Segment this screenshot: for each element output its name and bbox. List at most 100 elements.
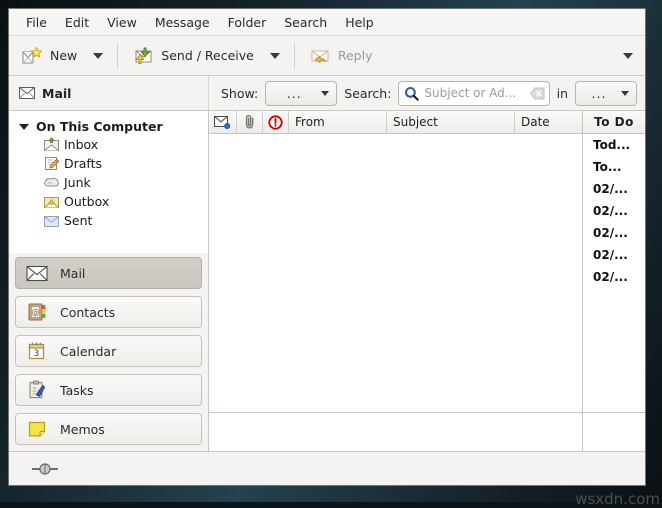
menu-item-message[interactable]: Message xyxy=(146,13,219,32)
switcher-memos-button[interactable]: Memos xyxy=(15,413,202,445)
column-header-important[interactable] xyxy=(263,111,289,133)
reply-group: Reply xyxy=(301,36,381,75)
chevron-down-icon xyxy=(621,91,629,96)
menu-item-file[interactable]: File xyxy=(17,13,56,32)
search-scope-value: ... xyxy=(583,86,615,101)
column-header-read-status[interactable] xyxy=(209,111,237,133)
unread-envelope-icon xyxy=(214,116,231,129)
todo-panel-header[interactable]: To Do xyxy=(583,111,645,134)
search-label: Search: xyxy=(344,86,391,101)
calendar-icon: 3 xyxy=(26,341,48,361)
show-label: Show: xyxy=(221,86,258,101)
todo-row[interactable]: 02/... xyxy=(583,222,645,244)
magnifier-icon xyxy=(404,86,419,101)
menu-item-view[interactable]: View xyxy=(98,13,146,32)
view-switcher: Mail @ Contacts xyxy=(9,253,208,451)
sidebar-item-sent[interactable]: Sent xyxy=(9,211,208,230)
switcher-tasks-button[interactable]: Tasks xyxy=(15,374,202,406)
new-dropdown-button[interactable] xyxy=(85,42,111,70)
todo-panel-body[interactable]: Tod... To... 02/... 02/... 02/... 02/...… xyxy=(583,134,645,412)
column-header-subject[interactable]: Subject xyxy=(387,111,515,133)
inbox-icon xyxy=(43,137,60,152)
message-preview-pane xyxy=(209,412,583,451)
send-receive-group: Send / Receive xyxy=(124,36,288,75)
message-list-rows[interactable] xyxy=(209,134,582,412)
chevron-down-icon xyxy=(623,53,633,59)
sidebar-item-junk-label: Junk xyxy=(64,175,91,190)
important-icon xyxy=(268,115,283,130)
send-receive-dropdown-button[interactable] xyxy=(262,42,288,70)
outbox-icon xyxy=(43,194,60,209)
sidebar-item-drafts-label: Drafts xyxy=(64,156,102,171)
switcher-mail-label: Mail xyxy=(60,266,85,281)
main-body: On This Computer Inbox xyxy=(9,111,645,451)
current-folder-label: Mail xyxy=(42,86,71,101)
todo-row[interactable]: To... xyxy=(583,156,645,178)
send-receive-label: Send / Receive xyxy=(161,48,254,63)
attachment-icon xyxy=(244,114,256,130)
send-receive-button[interactable]: Send / Receive xyxy=(124,41,262,71)
show-dropdown[interactable]: ... xyxy=(265,81,337,106)
clear-icon[interactable] xyxy=(530,87,545,100)
toolbar-separator-2 xyxy=(294,43,295,69)
column-header-date[interactable]: Date xyxy=(515,111,582,133)
message-list: From Subject Date xyxy=(209,111,583,412)
sidebar-item-junk[interactable]: Junk xyxy=(9,173,208,192)
search-bar: Mail Show: ... Search: xyxy=(9,76,645,111)
svg-text:@: @ xyxy=(32,307,40,316)
message-list-header: From Subject Date xyxy=(209,111,582,134)
folder-tree-root-label: On This Computer xyxy=(36,119,163,134)
search-field[interactable] xyxy=(398,81,549,106)
switcher-memos-label: Memos xyxy=(60,422,105,437)
menu-item-search[interactable]: Search xyxy=(275,13,336,32)
chevron-down-icon xyxy=(270,53,280,59)
message-list-pane: From Subject Date xyxy=(209,111,583,451)
todo-row[interactable]: Tod... xyxy=(583,134,645,156)
menu-item-edit[interactable]: Edit xyxy=(56,13,98,32)
column-header-attachment[interactable] xyxy=(237,111,263,133)
switcher-contacts-button[interactable]: @ Contacts xyxy=(15,296,202,328)
todo-row[interactable]: 02/... xyxy=(583,266,645,288)
resize-grip-icon[interactable] xyxy=(31,462,59,476)
sidebar-item-drafts[interactable]: Drafts xyxy=(9,154,208,173)
sidebar-item-inbox[interactable]: Inbox xyxy=(9,135,208,154)
todo-panel: To Do Tod... To... 02/... 02/... 02/... … xyxy=(583,111,645,451)
show-dropdown-value: ... xyxy=(273,86,315,101)
drafts-icon xyxy=(43,156,60,171)
new-button[interactable]: New xyxy=(13,41,85,71)
search-scope-dropdown[interactable]: ... xyxy=(575,81,637,106)
column-header-from[interactable]: From xyxy=(289,111,387,133)
switcher-contacts-label: Contacts xyxy=(60,305,115,320)
application-window: File Edit View Message Folder Search Hel… xyxy=(8,8,646,486)
reply-icon xyxy=(309,46,331,66)
sidebar-item-outbox[interactable]: Outbox xyxy=(9,192,208,211)
send-receive-icon xyxy=(132,46,154,66)
sidebar-item-inbox-label: Inbox xyxy=(64,137,98,152)
folder-tree-root[interactable]: On This Computer xyxy=(9,118,208,135)
switcher-calendar-label: Calendar xyxy=(60,344,116,359)
search-input[interactable] xyxy=(424,86,524,100)
in-label: in xyxy=(557,86,568,101)
sidebar-item-sent-label: Sent xyxy=(64,213,92,228)
reply-button[interactable]: Reply xyxy=(301,41,381,71)
expander-triangle-icon[interactable] xyxy=(19,124,29,130)
junk-icon xyxy=(43,175,60,190)
todo-row[interactable]: 02/... xyxy=(583,200,645,222)
todo-row[interactable]: 02/... xyxy=(583,178,645,200)
sidebar-item-outbox-label: Outbox xyxy=(64,194,109,209)
todo-row[interactable]: 02/... xyxy=(583,244,645,266)
switcher-calendar-button[interactable]: 3 Calendar xyxy=(15,335,202,367)
new-button-group: New xyxy=(13,36,111,75)
menu-item-folder[interactable]: Folder xyxy=(219,13,276,32)
sidebar: On This Computer Inbox xyxy=(9,111,209,451)
menu-item-help[interactable]: Help xyxy=(336,13,383,32)
toolbar-overflow-button[interactable] xyxy=(615,42,641,70)
new-button-label: New xyxy=(50,48,77,63)
switcher-mail-button[interactable]: Mail xyxy=(15,257,202,289)
toolbar-separator-1 xyxy=(117,43,118,69)
sent-icon xyxy=(43,213,60,228)
svg-text:3: 3 xyxy=(34,349,39,359)
current-folder-indicator: Mail xyxy=(9,76,209,110)
switcher-tasks-label: Tasks xyxy=(60,383,94,398)
mail-icon xyxy=(26,265,48,282)
